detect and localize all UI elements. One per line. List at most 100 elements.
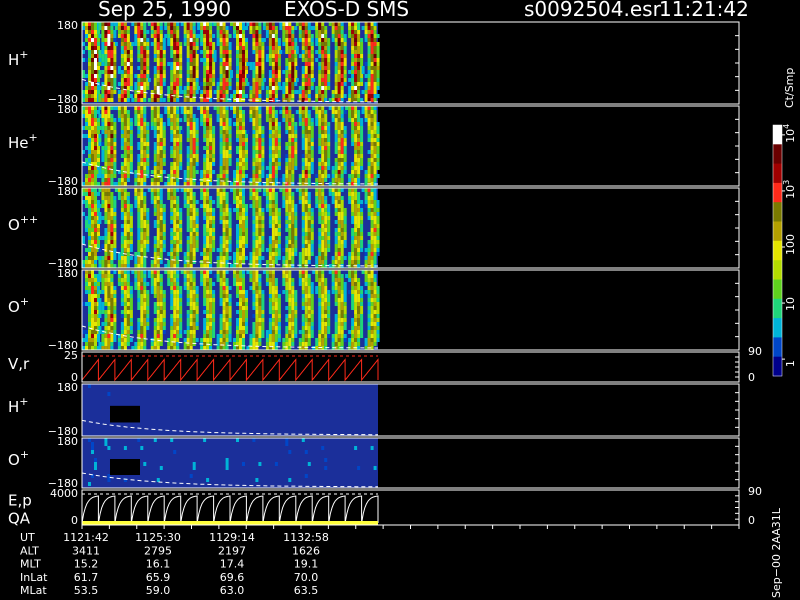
- plot-canvas: Sep 25, 1990 EXOS-D SMS s0092504.esr 11:…: [8, 0, 797, 598]
- panel-h-plus-2-label-sup: +: [19, 395, 28, 408]
- color-bar-segment: [773, 298, 782, 319]
- qa-bar: [82, 521, 378, 525]
- orbit-value: 70.0: [294, 571, 319, 584]
- panel-ep-right-tick: 90: [748, 485, 762, 498]
- panel-o-plus-plus-label-sup: ++: [20, 213, 38, 226]
- panel-h-plus-2: [82, 384, 378, 436]
- orbit-value: 63.5: [294, 584, 319, 597]
- color-bar-segment: [773, 182, 782, 203]
- color-bar-segment: [773, 202, 782, 222]
- orbit-value: 1125:30: [135, 531, 181, 544]
- panel-o-plus-label: O+: [8, 295, 29, 316]
- color-bar-segment: [773, 337, 782, 358]
- orbit-value: 15.2: [74, 558, 99, 571]
- panel-h-plus-label-sup: +: [19, 48, 28, 61]
- panel-o-plus-2-label-sup: +: [20, 448, 29, 461]
- panel-h-plus-2-label: H+: [8, 395, 29, 416]
- panel-h-plus-label: H+: [8, 48, 29, 69]
- color-bar-tick-base: 100: [784, 234, 797, 255]
- panel-o-plus-2-label: O+: [8, 448, 29, 469]
- color-bar: 110100103104: [772, 124, 797, 377]
- panel-o-plus-2-ytick-top: 180: [57, 435, 78, 448]
- panel-o-plus-plus-ytick-top: 180: [57, 185, 78, 198]
- panel-ep-label: E,p: [8, 492, 32, 510]
- orbit-value: 65.9: [146, 571, 171, 584]
- color-bar-segment: [773, 144, 782, 165]
- color-bar-tick-base: 10: [784, 129, 797, 143]
- orbit-label-alt: ALT: [20, 544, 39, 557]
- panel-ep-right-tick-bottom: 0: [748, 514, 755, 527]
- panel-h-plus-ytick-top: 180: [57, 19, 78, 32]
- panel-o-plus: [82, 270, 380, 350]
- orbit-label-inlat: InLat: [20, 571, 48, 584]
- panel-stack: [82, 22, 380, 525]
- orbit-value: 2197: [218, 544, 246, 557]
- orbit-value: 19.1: [294, 558, 319, 571]
- panel-ep-label2: QA: [8, 510, 31, 528]
- color-bar-segment: [773, 356, 782, 377]
- orbit-value: 59.0: [146, 584, 171, 597]
- orbit-value: 63.0: [220, 584, 245, 597]
- orbit-value: 1132:58: [283, 531, 329, 544]
- color-bar-segment: [773, 125, 782, 145]
- panel-vr-right-tick-bottom: 0: [748, 371, 755, 384]
- color-bar-tick-base: 10: [784, 185, 797, 199]
- panel-o-plus-plus: [82, 188, 380, 268]
- panel-o-plus-right-tick: 90: [748, 345, 762, 358]
- color-bar-segment: [773, 221, 782, 242]
- panel-he-plus-label-sup: +: [29, 131, 38, 144]
- color-bar-segment: [773, 240, 782, 261]
- panel-o-plus-2: [82, 438, 378, 488]
- color-bar-tick-label: 104: [782, 124, 797, 143]
- panel-vr: [82, 355, 379, 382]
- panel-vr-trace: [82, 358, 379, 382]
- panel-vr-ytick-top: 25: [64, 349, 78, 362]
- color-bar-tick-exponent: 4: [782, 124, 791, 129]
- panel-ep-trace: [82, 495, 379, 524]
- panel-o-plus-plus-label: O++: [8, 213, 38, 234]
- orbit-value: 69.6: [220, 571, 245, 584]
- header-date: Sep 25, 1990: [98, 0, 231, 21]
- color-bar-tick-label: 100: [784, 234, 797, 255]
- panel-h-plus: [82, 22, 380, 104]
- panel-ep-ytick-top: 4000: [50, 487, 78, 500]
- color-bar-tick-label: 1: [784, 360, 797, 367]
- orbit-value: 16.1: [146, 558, 171, 571]
- header-time: 11:21:42: [659, 0, 749, 21]
- orbit-label-ut: UT: [20, 531, 35, 544]
- panel-h-plus-2-ytick-top: 180: [57, 381, 78, 394]
- orbit-label-mlt: MLT: [20, 558, 41, 571]
- orbit-value: 1129:14: [209, 531, 255, 544]
- color-bar-segment: [773, 279, 782, 300]
- panel-ep: [82, 493, 379, 525]
- orbit-value: 3411: [72, 544, 100, 557]
- orbit-value: 53.5: [74, 584, 99, 597]
- header-mission: EXOS-D SMS: [284, 0, 409, 21]
- orbit-label-mlat: MLat: [20, 584, 47, 597]
- orbit-value: 1121:42: [63, 531, 109, 544]
- color-bar-tick-label: 10: [784, 297, 797, 311]
- panel-he-plus-label: He+: [8, 131, 38, 152]
- panel-o-plus-label-sup: +: [20, 295, 29, 308]
- panel-ep-ytick-bottom: 0: [71, 514, 78, 527]
- orbit-value: 61.7: [74, 571, 99, 584]
- side-label: Sep−00 2AA31L: [770, 507, 783, 598]
- color-bar-label: Ct/Smp: [783, 68, 796, 108]
- panel-h-plus-2-gap: [110, 405, 140, 423]
- color-bar-tick-base: 10: [784, 297, 797, 311]
- color-bar-tick-base: 1: [784, 360, 797, 367]
- panel-vr-label: V,r: [8, 355, 30, 373]
- orbit-value: 2795: [144, 544, 172, 557]
- color-bar-tick-label: 103: [782, 180, 797, 199]
- color-bar-segment: [773, 260, 782, 280]
- color-bar-tick-exponent: 3: [782, 180, 791, 185]
- color-bar-segment: [773, 318, 782, 338]
- orbit-value: 17.4: [220, 558, 245, 571]
- color-bar-segment: [773, 163, 782, 184]
- orbit-value: 1626: [292, 544, 320, 557]
- panel-he-plus: [82, 106, 380, 186]
- panel-o-plus-ytick-top: 180: [57, 267, 78, 280]
- orbit-table: UT 1121:42 1125:30 1129:14 1132:58 ALT 3411 279…: [20, 531, 329, 597]
- header-file: s0092504.esr: [524, 0, 662, 21]
- panel-o-plus-2-gap: [110, 459, 140, 475]
